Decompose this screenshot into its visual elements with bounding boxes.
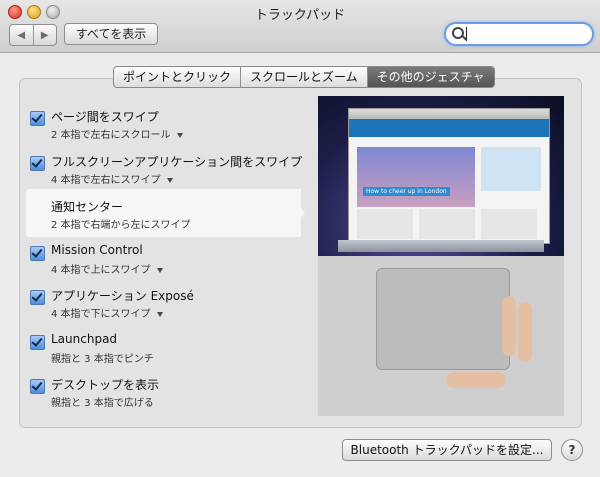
gesture-option-dropdown[interactable]: 4 本指で下にスワイプ [51,305,163,320]
website-map-image [481,147,541,191]
gesture-item-mission-control[interactable]: Mission Control 4 本指で上にスワイプ [30,239,300,283]
setup-bluetooth-trackpad-button[interactable]: Bluetooth トラックパッドを設定... [342,439,552,461]
gesture-description: 2 本指で右端から左にスワイプ [51,220,191,231]
website-article [357,209,413,239]
chevron-down-icon [166,177,173,183]
gesture-option-dropdown[interactable]: 4 本指で上にスワイプ [51,261,163,276]
gesture-option-value: 4 本指で下にスワイプ [51,309,151,320]
gesture-item-swipe-between-fullscreen-apps[interactable]: フルスクリーンアプリケーション間をスワイプ 4 本指で左右にスワイプ [30,149,303,193]
website-header [349,119,549,137]
checkbox-checked[interactable] [30,290,45,305]
search-input[interactable] [444,22,594,46]
tab-more-gestures[interactable]: その他のジェスチャ [366,67,494,87]
checkbox-checked[interactable] [30,379,45,394]
gesture-label: ページ間をスワイプ [51,110,159,124]
checkbox-checked[interactable] [30,246,45,261]
gesture-label: アプリケーション Exposé [51,289,194,303]
preview-desktop: How to cheer up in London [318,96,564,256]
back-arrow-icon: ◀ [17,29,26,41]
gesture-item-notification-center[interactable]: 通知センター 2 本指で右端から左にスワイプ [26,189,301,237]
gesture-description: 親指と 3 本指でピンチ [51,354,154,365]
tab-point-and-click[interactable]: ポイントとクリック [114,67,240,87]
gesture-label: Launchpad [51,332,118,346]
tab-bar: ポイントとクリック スクロールとズーム その他のジェスチャ [113,66,495,88]
checkbox-checked[interactable] [30,111,45,126]
chevron-down-icon [156,267,163,273]
gesture-option-dropdown[interactable]: 4 本指で左右にスワイプ [51,171,173,186]
gesture-item-show-desktop[interactable]: デスクトップを表示 親指と 3 本指で広げる [30,372,300,416]
gesture-option-value: 2 本指で左右にスクロール [51,130,171,141]
forward-button[interactable]: ▶ [32,25,57,45]
gesture-description: 親指と 3 本指で広げる [51,398,154,409]
website-article [419,209,475,239]
gesture-item-swipe-between-pages[interactable]: ページ間をスワイプ 2 本指で左右にスクロール [30,104,300,148]
chevron-down-icon [176,132,183,138]
help-button[interactable]: ? [561,439,583,461]
text-caret [466,27,467,41]
checkbox-checked[interactable] [30,335,45,350]
browser-titlebar [349,109,549,119]
chevron-down-icon [156,311,163,317]
finger [518,302,532,362]
gesture-item-app-expose[interactable]: アプリケーション Exposé 4 本指で下にスワイプ [30,283,300,327]
search-icon [452,27,464,39]
gesture-item-launchpad[interactable]: Launchpad 親指と 3 本指でピンチ [30,328,300,372]
window-title: トラックパッド [254,8,346,23]
checkbox-checked[interactable] [30,156,45,171]
show-all-button[interactable]: すべてを表示 [64,23,158,45]
forward-arrow-icon: ▶ [40,29,49,41]
gesture-label: フルスクリーンアプリケーション間をスワイプ [51,155,303,169]
finger [502,296,516,356]
preview-hand [446,296,536,416]
gesture-option-value: 4 本指で左右にスワイプ [51,175,161,186]
gesture-option-value: 4 本指で上にスワイプ [51,265,151,276]
gesture-label: Mission Control [51,243,143,257]
tab-scroll-and-zoom[interactable]: スクロールとズーム [240,67,367,87]
preview-browser-window: How to cheer up in London [348,108,550,244]
back-button[interactable]: ◀ [10,25,33,45]
website-article [481,209,537,239]
back-forward-group: ◀ ▶ [9,24,57,46]
preview-dock [338,240,544,252]
gesture-label: デスクトップを表示 [51,378,160,392]
gesture-label: 通知センター [51,200,124,214]
website-hero-image [357,147,475,207]
thumb [446,372,506,388]
window-toolbar: トラックパッド ◀ ▶ すべてを表示 [0,0,600,53]
website-hero-caption: How to cheer up in London [363,187,450,196]
gesture-option-dropdown[interactable]: 2 本指で左右にスクロール [51,126,183,141]
gesture-preview-video: How to cheer up in London [318,96,564,416]
